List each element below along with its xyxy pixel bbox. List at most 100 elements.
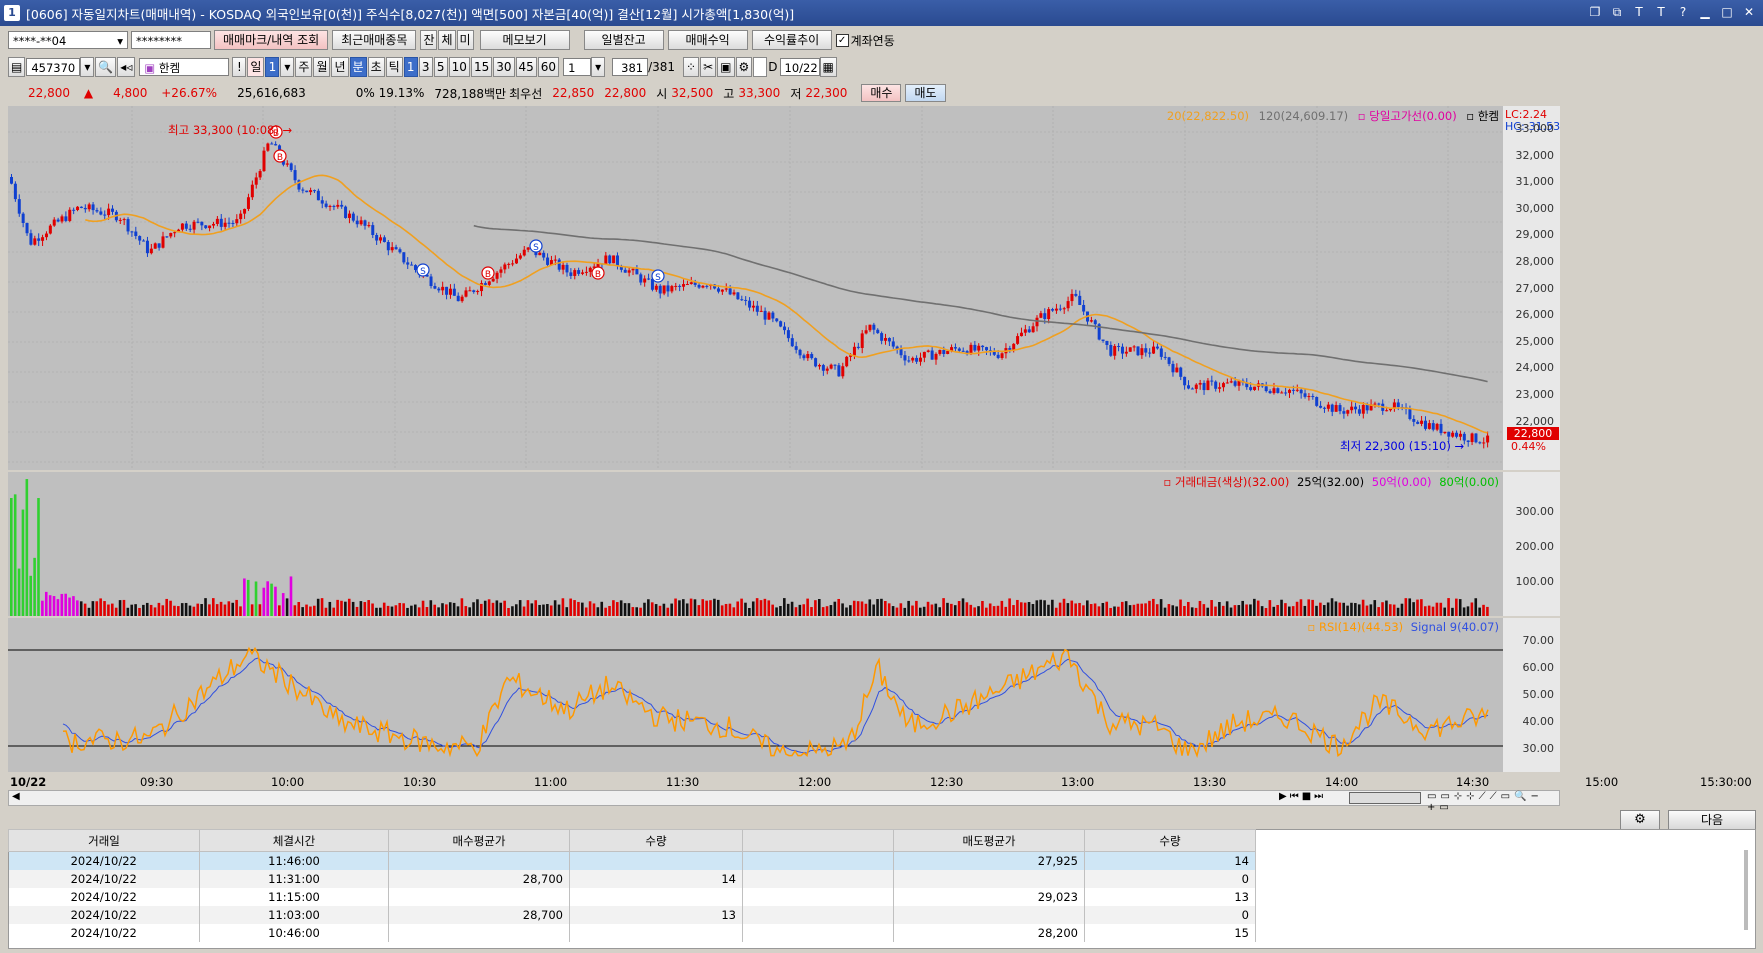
che-button[interactable]: 체 — [438, 30, 456, 50]
volume-bar — [779, 606, 782, 616]
volume-chart-panel[interactable]: ▫ 거래대금(색상)(32.00) 25억(32.00) 50억(0.00) 8… — [8, 472, 1503, 616]
volume-bar — [64, 593, 67, 616]
layout-icon[interactable]: ▤ — [8, 57, 26, 77]
col-sell-avg[interactable]: 매도평균가 — [893, 829, 1085, 852]
copy-icon[interactable]: ⧉ — [1609, 4, 1625, 20]
volume-bar — [161, 605, 165, 616]
candle — [48, 225, 52, 234]
next-button[interactable]: 다음 — [1668, 810, 1756, 830]
drawing-tools[interactable]: ▭▭⊹⊹⟋⟋▭🔍−+▭ — [1427, 791, 1559, 813]
trade-mark-button[interactable]: 매매마크/내역 조회 — [214, 30, 329, 50]
signal-line — [62, 657, 1489, 754]
range-input[interactable]: 381 — [612, 58, 649, 76]
scroll-left-icon[interactable]: ◀ — [12, 791, 20, 802]
price-value: 22,800 — [28, 86, 70, 100]
period-second-button[interactable]: 초 — [367, 57, 385, 77]
period-day-button[interactable]: 일 — [247, 57, 265, 77]
rsi-legend: ▫ RSI(14)(44.53) Signal 9(40.07) — [1308, 620, 1500, 634]
chart-scrollbar[interactable]: ◀ ▶⏮■⏭ ▭▭⊹⊹⟋⟋▭🔍−+▭ — [8, 790, 1560, 813]
alert-button[interactable]: ! — [232, 57, 247, 77]
col-buy-qty[interactable]: 수량 — [569, 829, 743, 852]
save-icon[interactable]: ▣ — [717, 57, 735, 77]
profit-trend-button[interactable]: 수익률추이 — [751, 30, 832, 50]
speaker-icon[interactable]: ◂◃ — [117, 57, 136, 77]
interval-input[interactable]: 1 — [563, 58, 592, 76]
minute-45-button[interactable]: 45 — [515, 57, 537, 77]
volume-bar — [173, 605, 176, 616]
search-icon[interactable]: 🔍 — [95, 57, 117, 77]
col-trade-date[interactable]: 거래일 — [8, 829, 200, 852]
minute-15-button[interactable]: 15 — [470, 57, 493, 77]
table-row[interactable]: 2024/10/22 11:46:00 27,925 14 — [8, 851, 1256, 870]
close-icon[interactable]: ✕ — [1741, 4, 1757, 20]
font-icon[interactable]: T — [1653, 4, 1669, 20]
text-icon[interactable]: T — [1631, 4, 1647, 20]
candle — [1291, 389, 1295, 391]
recent-trades-button[interactable]: 최근매매종목 — [332, 30, 417, 50]
volume-bar — [1058, 602, 1062, 616]
gear-icon[interactable]: ⚙ — [735, 57, 753, 77]
price-chart-panel[interactable]: BBSBSBS 20(22,822.50) 120(24,609.17) ▫ 당… — [8, 106, 1503, 470]
restore-icon[interactable]: ❐ — [1587, 4, 1603, 20]
period-tick-button[interactable]: 틱 — [385, 57, 403, 77]
period-year-button[interactable]: 년 — [331, 57, 349, 77]
table-row[interactable]: 2024/10/22 10:46:00 28,200 15 — [8, 924, 1256, 942]
volume-bar — [615, 602, 619, 616]
minute-30-button[interactable]: 30 — [493, 57, 515, 77]
playback-controls[interactable]: ▶⏮■⏭ — [1279, 791, 1326, 802]
rsi-y-axis: 70.00 60.00 50.00 40.00 30.00 — [1503, 618, 1560, 772]
day-count-input[interactable]: 1 — [265, 57, 280, 77]
date-input[interactable]: 10/22 — [779, 58, 820, 76]
stock-name-field[interactable]: ▣ 한켐 — [139, 58, 230, 76]
table-row[interactable]: 2024/10/22 11:31:00 28,700 14 0 — [8, 870, 1256, 888]
table-row[interactable]: 2024/10/22 11:03:00 28,700 13 0 — [8, 906, 1256, 924]
minute-5-button[interactable]: 5 — [433, 57, 448, 77]
col-buy-avg[interactable]: 매수평균가 — [388, 829, 570, 852]
memo-button[interactable]: 메모보기 — [479, 30, 570, 50]
settings-gear-icon[interactable]: ⚙ — [1620, 810, 1660, 830]
trade-profit-button[interactable]: 매매수익 — [667, 30, 748, 50]
calendar-icon[interactable]: ▦ — [819, 57, 837, 77]
col-sell-qty[interactable]: 수량 — [1084, 829, 1256, 852]
volume-bar — [996, 605, 1000, 616]
minute-3-button[interactable]: 3 — [418, 57, 433, 77]
col-exec-time[interactable]: 체결시간 — [199, 829, 389, 852]
period-week-button[interactable]: 주 — [295, 57, 313, 77]
minute-60-button[interactable]: 60 — [537, 57, 560, 77]
candle — [375, 234, 379, 241]
d-checkbox[interactable] — [753, 57, 768, 77]
volume-bar — [526, 600, 530, 616]
jan-button[interactable]: 잔 — [420, 30, 438, 50]
minute-10-button[interactable]: 10 — [448, 57, 470, 77]
candle — [1385, 410, 1389, 412]
volume-bar — [188, 605, 192, 616]
tools-icon[interactable]: ✂ — [700, 57, 717, 77]
account-select[interactable]: ****-**04 ▾ — [8, 31, 128, 49]
maximize-icon[interactable]: □ — [1719, 4, 1735, 20]
day-spin-icon[interactable]: ▾ — [280, 57, 295, 77]
crosshair-icon[interactable]: ⁘ — [683, 57, 700, 77]
password-field[interactable]: ******** — [131, 31, 211, 49]
help-icon[interactable]: ? — [1675, 4, 1691, 20]
table-row[interactable]: 2024/10/22 11:15:00 29,023 13 — [8, 888, 1256, 906]
code-dropdown-icon[interactable]: ▾ — [80, 57, 95, 77]
stock-code-input[interactable]: 457370 — [26, 58, 81, 76]
period-minute-button[interactable]: 분 — [349, 57, 367, 77]
table-scrollbar[interactable] — [1744, 850, 1748, 930]
interval-dropdown-icon[interactable]: ▾ — [591, 57, 606, 77]
minute-1-button[interactable]: 1 — [403, 57, 418, 77]
candle — [1187, 385, 1191, 389]
zoom-slider[interactable] — [1349, 792, 1421, 804]
account-link-checkbox[interactable]: ✓ 계좌연동 — [835, 32, 895, 49]
volume-bar — [1420, 599, 1423, 616]
sell-button[interactable]: 매도 — [905, 84, 946, 102]
daily-balance-button[interactable]: 일별잔고 — [583, 30, 664, 50]
volume-bar — [1326, 602, 1330, 616]
volume-bar — [814, 600, 817, 616]
minimize-icon[interactable]: ▁ — [1697, 4, 1713, 20]
volume-bar — [1179, 599, 1182, 616]
buy-button[interactable]: 매수 — [861, 84, 902, 102]
period-month-button[interactable]: 월 — [313, 57, 331, 77]
rsi-chart-panel[interactable]: ▫ RSI(14)(44.53) Signal 9(40.07) — [8, 618, 1503, 772]
mi-button[interactable]: 미 — [456, 30, 474, 50]
